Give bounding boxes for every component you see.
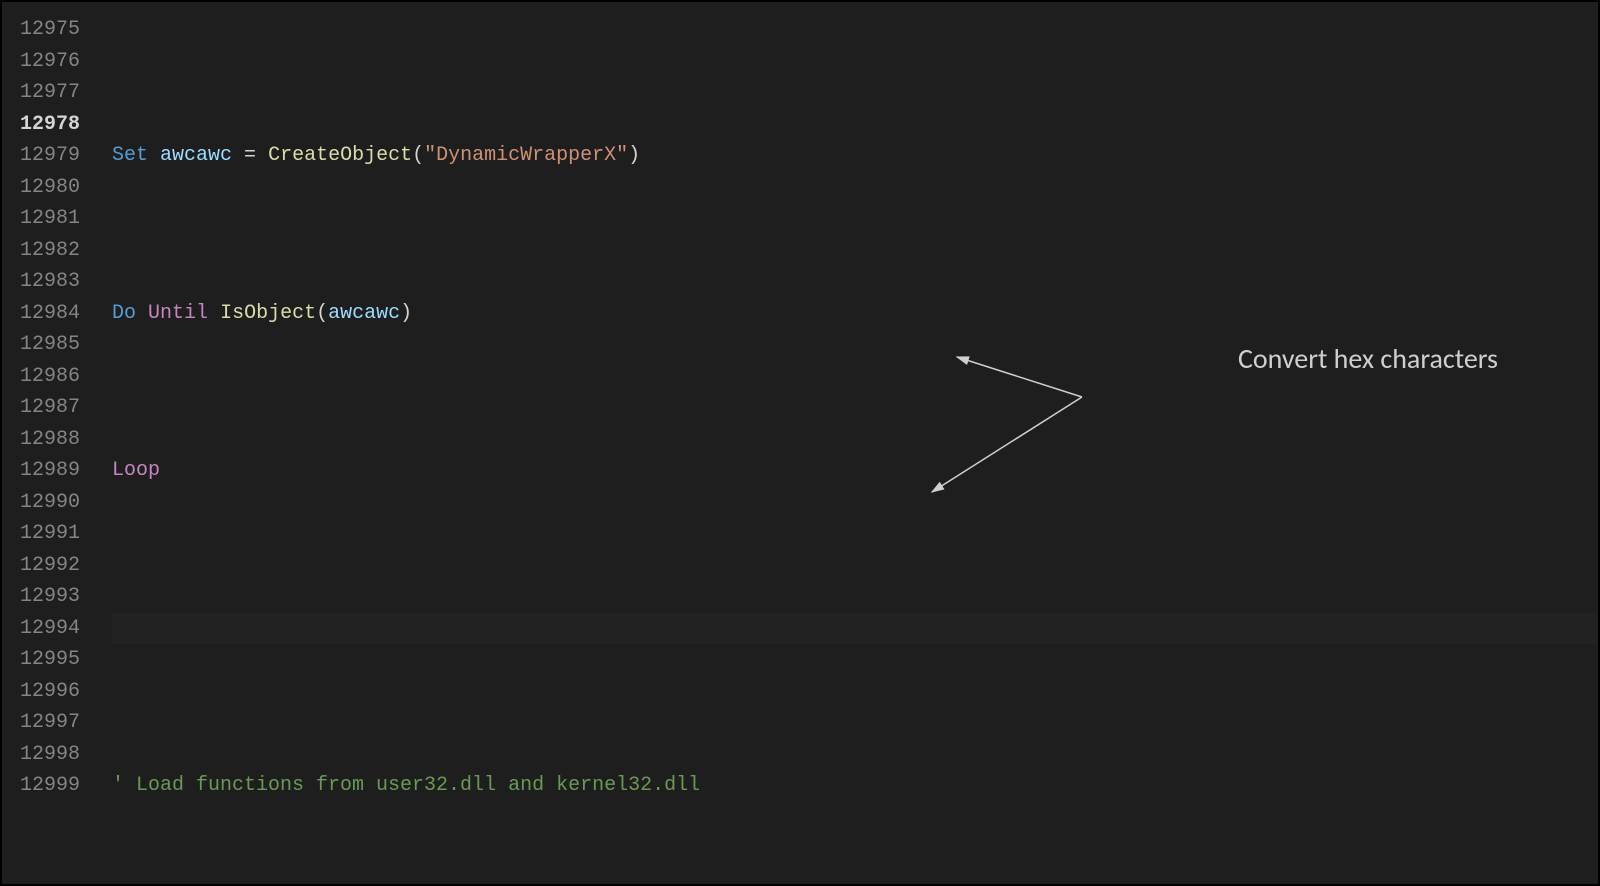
line-number: 12984 <box>2 298 92 330</box>
keyword-set: Set <box>112 144 148 167</box>
line-number: 12993 <box>2 581 92 613</box>
line-number: 12977 <box>2 77 92 109</box>
line-number: 12976 <box>2 46 92 78</box>
code-line[interactable]: Do Until IsObject(awcawc) <box>112 298 1598 330</box>
keyword-loop: Loop <box>112 459 160 482</box>
line-number: 12981 <box>2 203 92 235</box>
line-number: 12982 <box>2 235 92 267</box>
fn-createobject: CreateObject <box>268 144 412 167</box>
line-number: 12989 <box>2 455 92 487</box>
line-number: 12994 <box>2 613 92 645</box>
line-number: 12995 <box>2 644 92 676</box>
fn-isobject: IsObject <box>220 302 316 325</box>
code-editor[interactable]: 1297512976129771297812979129801298112982… <box>0 0 1600 886</box>
keyword-until: Until <box>148 302 208 325</box>
var-awcawc: awcawc <box>160 144 232 167</box>
line-number-gutter: 1297512976129771297812979129801298112982… <box>2 2 92 802</box>
line-number: 12999 <box>2 770 92 802</box>
line-number: 12997 <box>2 707 92 739</box>
line-number: 12998 <box>2 739 92 771</box>
code-line[interactable]: ' Load functions from user32.dll and ker… <box>112 770 1598 802</box>
code-line[interactable]: Set awcawc = CreateObject("DynamicWrappe… <box>112 140 1598 172</box>
line-number: 12996 <box>2 676 92 708</box>
code-line-active[interactable] <box>112 613 1598 645</box>
line-number: 12986 <box>2 361 92 393</box>
code-line[interactable]: Loop <box>112 455 1598 487</box>
keyword-do: Do <box>112 302 136 325</box>
line-number: 12983 <box>2 266 92 298</box>
line-number: 12990 <box>2 487 92 519</box>
line-number: 12975 <box>2 14 92 46</box>
line-number: 12978 <box>2 109 92 141</box>
line-number: 12988 <box>2 424 92 456</box>
line-number: 12992 <box>2 550 92 582</box>
line-number: 12991 <box>2 518 92 550</box>
str-dynwrap: "DynamicWrapperX" <box>424 144 628 167</box>
line-number: 12980 <box>2 172 92 204</box>
line-number: 12985 <box>2 329 92 361</box>
code-area[interactable]: Set awcawc = CreateObject("DynamicWrappe… <box>112 14 1598 886</box>
line-number: 12979 <box>2 140 92 172</box>
line-number: 12987 <box>2 392 92 424</box>
comment: ' Load functions from user32.dll and ker… <box>112 774 700 797</box>
